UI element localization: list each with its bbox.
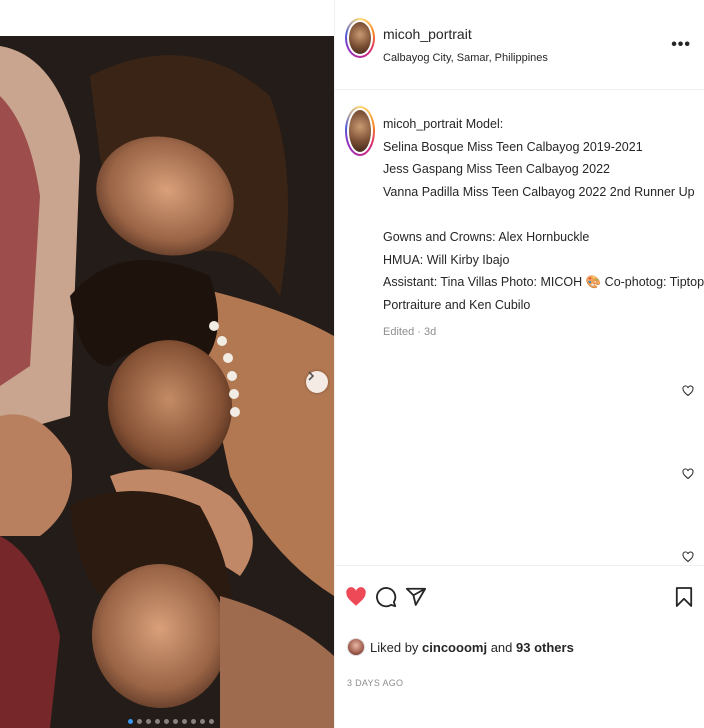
edited-timestamp: Edited · 3d xyxy=(383,326,437,338)
author-username[interactable]: micoh_portrait xyxy=(383,26,472,42)
caption-line: Vanna Padilla Miss Teen Calbayog 2022 2n… xyxy=(383,184,695,199)
caption-username[interactable]: micoh_portrait xyxy=(383,117,462,131)
heart-outline-icon[interactable] xyxy=(682,468,694,480)
carousel-dot xyxy=(209,719,214,724)
post-time-ago: 3 DAYS AGO xyxy=(347,678,404,688)
caption-line: Assistant: Tina Villas Photo: MICOH 🎨 Co… xyxy=(383,275,704,290)
author-avatar[interactable] xyxy=(345,18,375,58)
liked-by-username[interactable]: cincooomj xyxy=(422,640,487,655)
comment-icon[interactable] xyxy=(375,586,397,608)
post-side-panel: micoh_portrait Calbayog City, Samar, Phi… xyxy=(334,0,704,728)
bookmark-icon[interactable] xyxy=(675,586,693,608)
likes-summary: Liked by cincooomj and 93 others xyxy=(347,638,574,656)
liked-by-prefix: Liked by xyxy=(370,639,419,655)
portrait-illustration xyxy=(0,36,334,728)
caption-line: HMUA: Will Kirby Ibajo xyxy=(383,252,510,267)
carousel-dot xyxy=(137,719,142,724)
caption-line: Jess Gaspang Miss Teen Calbayog 2022 xyxy=(383,162,610,177)
more-options-icon[interactable]: ••• xyxy=(671,36,691,54)
carousel-dot xyxy=(155,719,160,724)
post-location[interactable]: Calbayog City, Samar, Philippines xyxy=(383,52,548,64)
caption-line: Gowns and Crowns: Alex Hornbuckle xyxy=(383,229,590,244)
post-caption: micoh_portrait Model: Selina Bosque Miss… xyxy=(383,113,704,316)
photo-top-margin xyxy=(0,0,334,36)
post-header: micoh_portrait Calbayog City, Samar, Phi… xyxy=(335,0,704,90)
next-chevron-icon xyxy=(308,371,315,381)
others-count-link[interactable]: 93 others xyxy=(516,640,574,655)
carousel-dot xyxy=(182,719,187,724)
carousel-dot xyxy=(128,719,133,724)
carousel-dot xyxy=(191,719,196,724)
post-photo[interactable] xyxy=(0,36,334,728)
caption-line: Model: xyxy=(465,117,504,131)
carousel-dot xyxy=(173,719,178,724)
carousel-dot xyxy=(164,719,169,724)
heart-outline-icon[interactable] xyxy=(682,551,694,563)
liker-avatar[interactable] xyxy=(347,638,365,656)
caption-line: Selina Bosque Miss Teen Calbayog 2019-20… xyxy=(383,139,643,154)
heart-filled-icon[interactable] xyxy=(345,586,367,608)
carousel-dot xyxy=(146,719,151,724)
carousel-indicator xyxy=(128,719,214,724)
carousel-dot xyxy=(200,719,205,724)
liked-by-and: and xyxy=(490,639,513,655)
heart-outline-icon[interactable] xyxy=(682,385,694,397)
caption-line: Portraiture and Ken Cubilo xyxy=(383,297,531,312)
post-actions: Liked by cincooomj and 93 others 3 DAYS … xyxy=(335,565,704,725)
share-icon[interactable] xyxy=(405,586,427,608)
caption-author-avatar[interactable] xyxy=(345,106,375,156)
next-slide-button[interactable] xyxy=(306,371,328,393)
